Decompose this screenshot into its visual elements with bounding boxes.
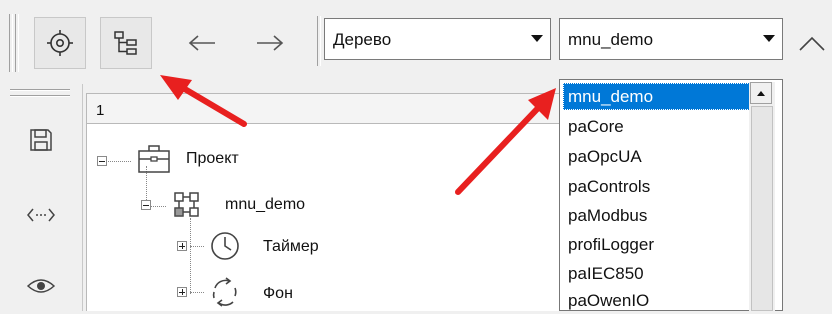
annotation-overlay (160, 75, 556, 195)
red-arrow-icon (455, 88, 556, 195)
red-arrow-icon (160, 75, 247, 127)
